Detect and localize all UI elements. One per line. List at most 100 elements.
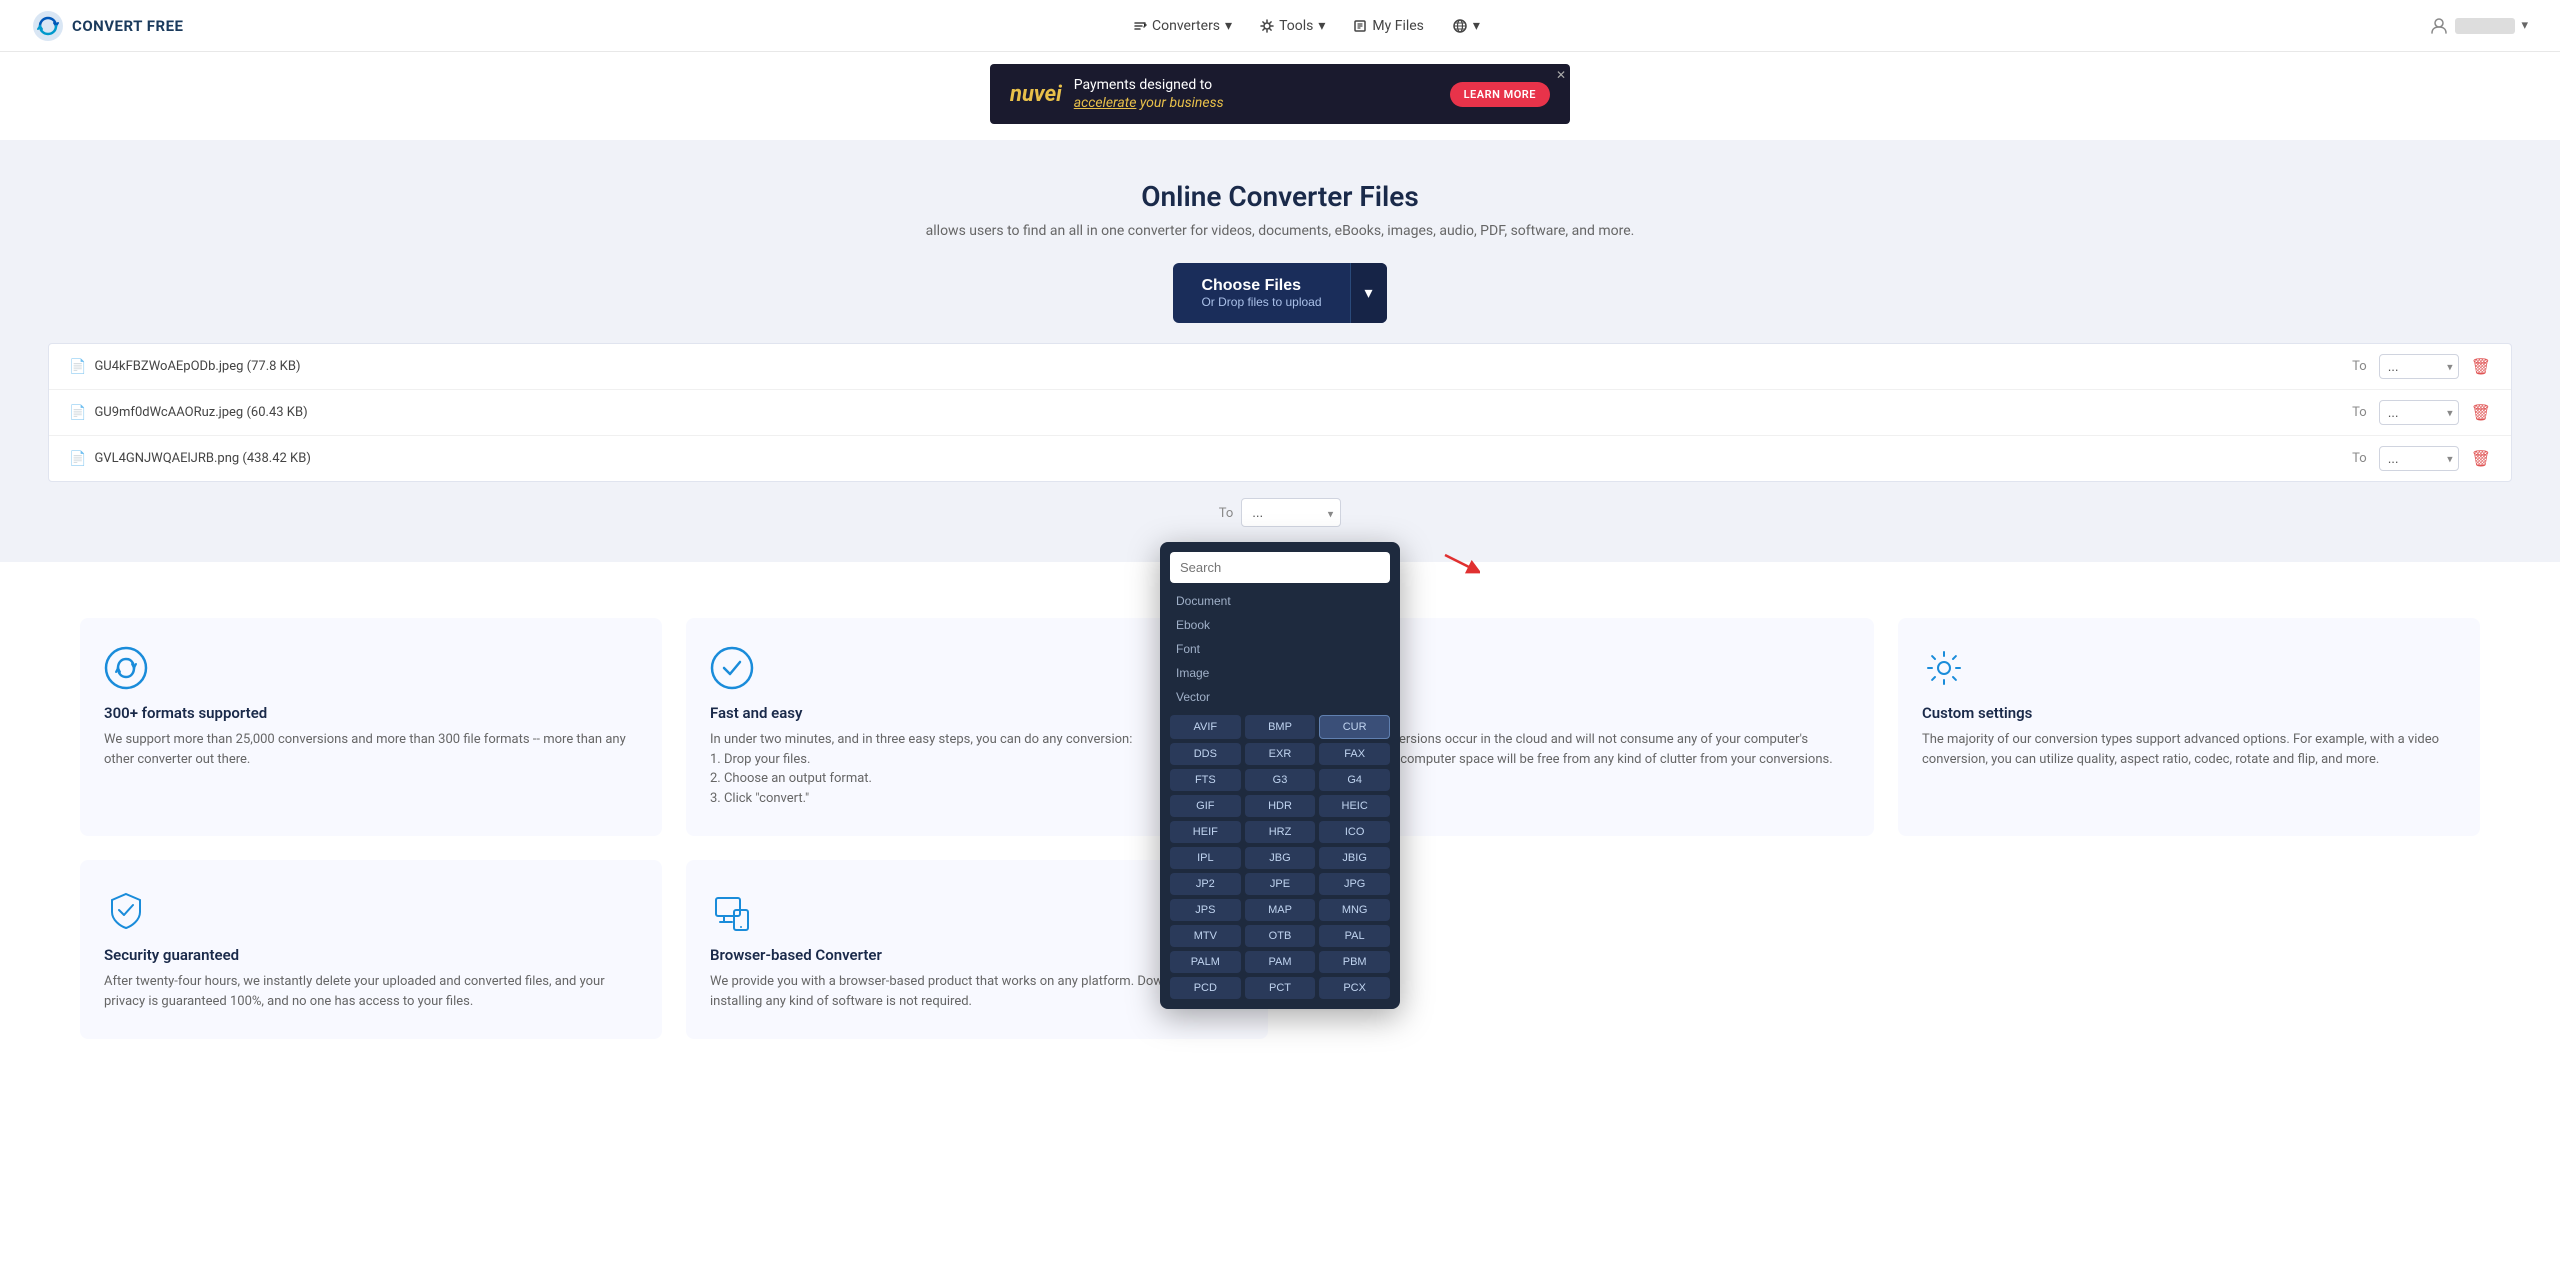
user-menu[interactable]: ▾ bbox=[2429, 16, 2528, 36]
format-tag-hrz[interactable]: HRZ bbox=[1245, 821, 1316, 843]
nav-converters[interactable]: Converters ▾ bbox=[1133, 18, 1232, 34]
format-tag-ipl[interactable]: IPL bbox=[1170, 847, 1241, 869]
category-vector[interactable]: Vector bbox=[1170, 687, 1390, 707]
choose-files-label: Choose Files bbox=[1201, 277, 1301, 295]
file-name: GU4kFBZWoAEpODb.jpeg (77.8 KB) bbox=[94, 359, 300, 374]
category-font[interactable]: Font bbox=[1170, 639, 1390, 659]
feature-card-formats: 300+ formats supported We support more t… bbox=[80, 618, 662, 836]
user-icon bbox=[2429, 16, 2449, 36]
format-tag-map[interactable]: MAP bbox=[1245, 899, 1316, 921]
format-tag-pbm[interactable]: PBM bbox=[1319, 951, 1390, 973]
file-icon: 📄 bbox=[69, 451, 86, 467]
format-tag-avif[interactable]: AVIF bbox=[1170, 715, 1241, 739]
format-grid: AVIFBMPCUR DDSEXRFAX FTSG3G4 GIFHDRHEIC HEIF… bbox=[1170, 715, 1390, 999]
format-tag-dds[interactable]: DDS bbox=[1170, 743, 1241, 765]
format-select-wrapper: ... bbox=[2379, 446, 2459, 471]
format-select[interactable]: ... bbox=[2379, 400, 2459, 425]
ad-learn-more-button[interactable]: LEARN MORE bbox=[1450, 82, 1550, 107]
tools-icon bbox=[1260, 19, 1274, 33]
main-nav: Converters ▾ Tools ▾ My Files ▾ bbox=[1133, 18, 1480, 34]
format-tag-g3[interactable]: G3 bbox=[1245, 769, 1316, 791]
category-document[interactable]: Document bbox=[1170, 591, 1390, 611]
format-search-input[interactable] bbox=[1170, 552, 1390, 583]
format-tag-heic[interactable]: HEIC bbox=[1319, 795, 1390, 817]
format-tag-pcd[interactable]: PCD bbox=[1170, 977, 1241, 999]
format-tag-ico[interactable]: ICO bbox=[1319, 821, 1390, 843]
format-select[interactable]: ... bbox=[2379, 354, 2459, 379]
global-format-select[interactable]: ... bbox=[1241, 498, 1341, 527]
format-tag-pal[interactable]: PAL bbox=[1319, 925, 1390, 947]
category-ebook[interactable]: Ebook bbox=[1170, 615, 1390, 635]
ad-text: Payments designed to accelerate your bus… bbox=[1074, 76, 1224, 112]
nav-myfiles[interactable]: My Files bbox=[1353, 18, 1424, 34]
file-list: 📄 GU4kFBZWoAEpODb.jpeg (77.8 KB) To ... … bbox=[48, 343, 2512, 482]
delete-file-button[interactable]: 🗑 bbox=[2471, 357, 2491, 377]
format-tag-pcx[interactable]: PCX bbox=[1319, 977, 1390, 999]
format-tag-gif[interactable]: GIF bbox=[1170, 795, 1241, 817]
category-image[interactable]: Image bbox=[1170, 663, 1390, 683]
file-row: 📄 GU4kFBZWoAEpODb.jpeg (77.8 KB) To ... … bbox=[49, 344, 2511, 390]
format-tag-pam[interactable]: PAM bbox=[1245, 951, 1316, 973]
format-tag-jpe[interactable]: JPE bbox=[1245, 873, 1316, 895]
globe-icon bbox=[1452, 18, 1468, 34]
format-tag-jps[interactable]: JPS bbox=[1170, 899, 1241, 921]
format-select-wrapper: ... bbox=[2379, 354, 2459, 379]
format-tag-hdr[interactable]: HDR bbox=[1245, 795, 1316, 817]
file-icon: 📄 bbox=[69, 359, 86, 375]
feature-text: We support more than 25,000 conversions … bbox=[104, 730, 638, 769]
format-tag-mng[interactable]: MNG bbox=[1319, 899, 1390, 921]
feature-title: Security guaranteed bbox=[104, 946, 638, 964]
format-tag-pct[interactable]: PCT bbox=[1245, 977, 1316, 999]
format-tag-jbig[interactable]: JBIG bbox=[1319, 847, 1390, 869]
feature-card-settings: Custom settings The majority of our conv… bbox=[1898, 618, 2480, 836]
upload-chevron-icon: ▾ bbox=[1365, 283, 1373, 303]
format-tag-g4[interactable]: G4 bbox=[1319, 769, 1390, 791]
file-info: 📄 GVL4GNJWQAElJRB.png (438.42 KB) bbox=[69, 451, 311, 467]
format-tag-otb[interactable]: OTB bbox=[1245, 925, 1316, 947]
ad-content: nuvei Payments designed to accelerate yo… bbox=[990, 64, 1570, 124]
format-tag-palm[interactable]: PALM bbox=[1170, 951, 1241, 973]
fast-icon bbox=[710, 646, 754, 690]
format-tag-jbg[interactable]: JBG bbox=[1245, 847, 1316, 869]
to-label-global: To bbox=[1219, 498, 1234, 530]
feature-text: After twenty-four hours, we instantly de… bbox=[104, 972, 638, 1011]
upload-dropdown-arrow[interactable]: ▾ bbox=[1350, 263, 1387, 323]
tools-dropdown-icon: ▾ bbox=[1318, 18, 1325, 34]
nav-language[interactable]: ▾ bbox=[1452, 18, 1480, 34]
language-dropdown-icon: ▾ bbox=[1473, 18, 1480, 34]
logo-icon bbox=[32, 10, 64, 42]
format-tag-jpg[interactable]: JPG bbox=[1319, 873, 1390, 895]
security-icon bbox=[104, 888, 148, 932]
format-tag-cur[interactable]: CUR bbox=[1319, 715, 1390, 739]
nav-tools[interactable]: Tools ▾ bbox=[1260, 18, 1325, 34]
delete-file-button[interactable]: 🗑 bbox=[2471, 403, 2491, 423]
format-tag-bmp[interactable]: BMP bbox=[1245, 715, 1316, 739]
header: CONVERT FREE Converters ▾ Tools ▾ My Fil… bbox=[0, 0, 2560, 52]
format-tag-fax[interactable]: FAX bbox=[1319, 743, 1390, 765]
format-dropdown: Document Ebook Font Image Vector AVIFBMP… bbox=[1160, 542, 1400, 1009]
format-tag-exr[interactable]: EXR bbox=[1245, 743, 1316, 765]
browser-icon bbox=[710, 888, 754, 932]
feature-text: The majority of our conversion types sup… bbox=[1922, 730, 2456, 769]
file-row-actions: To ... 🗑 bbox=[2352, 400, 2491, 425]
ad-banner: nuvei Payments designed to accelerate yo… bbox=[0, 52, 2560, 140]
hero-title: Online Converter Files bbox=[32, 180, 2528, 213]
format-tag-jp2[interactable]: JP2 bbox=[1170, 873, 1241, 895]
user-dropdown-icon: ▾ bbox=[2521, 18, 2528, 33]
format-tag-fts[interactable]: FTS bbox=[1170, 769, 1241, 791]
format-tag-mtv[interactable]: MTV bbox=[1170, 925, 1241, 947]
ad-brand: nuvei bbox=[1010, 82, 1062, 107]
feature-title: 300+ formats supported bbox=[104, 704, 638, 722]
drop-files-label: Or Drop files to upload bbox=[1201, 295, 1321, 309]
ad-close-button[interactable]: ✕ bbox=[1556, 68, 1566, 82]
upload-btn-wrapper: Choose Files Or Drop files to upload ▾ bbox=[32, 263, 2528, 323]
hero-subtitle: allows users to find an all in one conve… bbox=[32, 223, 2528, 239]
delete-file-button[interactable]: 🗑 bbox=[2471, 449, 2491, 469]
converters-icon bbox=[1133, 19, 1147, 33]
format-select[interactable]: ... bbox=[2379, 446, 2459, 471]
logo[interactable]: CONVERT FREE bbox=[32, 10, 184, 42]
file-info: 📄 GU9mf0dWcAAORuz.jpeg (60.43 KB) bbox=[69, 405, 308, 421]
format-tag-heif[interactable]: HEIF bbox=[1170, 821, 1241, 843]
choose-files-button[interactable]: Choose Files Or Drop files to upload ▾ bbox=[1173, 263, 1386, 323]
file-row-actions: To ... 🗑 bbox=[2352, 354, 2491, 379]
